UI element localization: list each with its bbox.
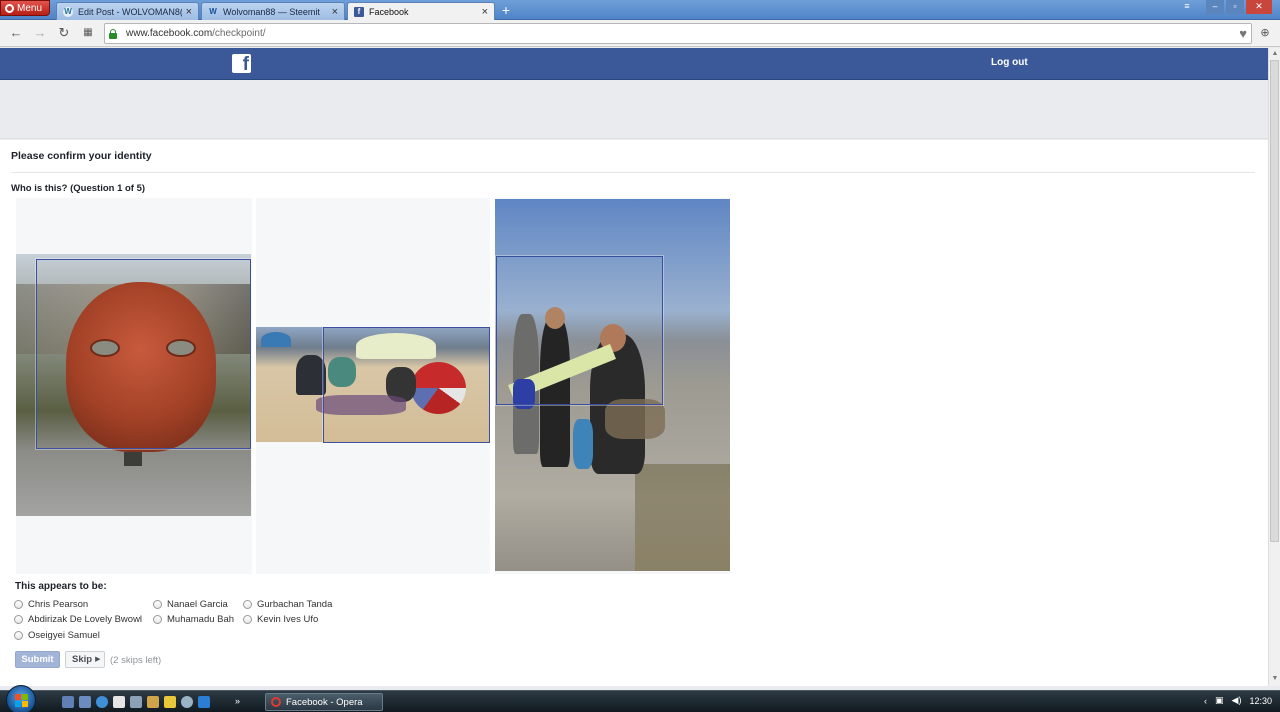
document-icon[interactable]: [113, 696, 125, 708]
tagged-photo-3: [495, 198, 730, 574]
checkpoint-panel: Please confirm your identity Who is this…: [0, 140, 1268, 686]
option-label: Muhamadu Bah: [167, 614, 235, 625]
radio-button[interactable]: [153, 615, 162, 624]
caret-right-icon: ▶: [95, 656, 101, 663]
face-box: [496, 256, 663, 405]
opera-icon: [271, 697, 281, 707]
tab-title: Wolvoman88 — Steemit: [223, 6, 320, 17]
option-label: Oseigyei Samuel: [28, 630, 100, 641]
tagged-photo-1: [16, 198, 252, 574]
option-radio[interactable]: Oseigyei Samuel: [14, 630, 100, 641]
tab-menu-icon[interactable]: ≡: [1178, 0, 1196, 14]
option-radio[interactable]: Muhamadu Bah: [153, 614, 234, 625]
address-toolbar: ← → ↻ ▦ www.facebook.com /checkpoint/ ♥ …: [0, 20, 1280, 47]
windows-taskbar: » Facebook - Opera ‹ ▣ ◀) 12:30: [0, 685, 1280, 712]
divider: [11, 172, 1255, 173]
radio-button[interactable]: [14, 631, 23, 640]
question-text: Who is this? (Question 1 of 5): [11, 183, 146, 194]
v-app-icon[interactable]: [198, 696, 210, 708]
tab-steemit[interactable]: W Wolvoman88 — Steemit ×: [201, 2, 345, 20]
close-tab-icon[interactable]: ×: [186, 6, 192, 18]
appears-label: This appears to be:: [15, 581, 107, 592]
close-window-icon[interactable]: ✕: [1246, 0, 1272, 14]
tab-title: Edit Post - WOLVOMAN8(: [78, 6, 182, 17]
internet-explorer-icon[interactable]: [96, 696, 108, 708]
page-title: Please confirm your identity: [11, 150, 152, 162]
scroll-up-icon[interactable]: ▲: [1271, 50, 1279, 57]
facebook-logo-icon[interactable]: f: [232, 54, 251, 73]
option-label: Nanael Garcia: [167, 599, 228, 610]
option-radio[interactable]: Abdirizak De Lovely Bwowl: [14, 614, 142, 625]
opera-icon: [5, 3, 14, 13]
skip-label: Skip: [72, 654, 93, 665]
media-icon[interactable]: [130, 696, 142, 708]
option-radio[interactable]: Kevin Ives Ufo: [243, 614, 318, 625]
help-icon[interactable]: [181, 696, 193, 708]
radio-button[interactable]: [243, 600, 252, 609]
system-tray: ‹ ▣ ◀) 12:30: [1204, 695, 1272, 706]
facebook-icon: f: [354, 6, 364, 17]
facebook-header: f Log out: [0, 48, 1268, 80]
option-label: Abdirizak De Lovely Bwowl: [28, 614, 143, 625]
player-icon[interactable]: [164, 696, 176, 708]
url-path: /checkpoint/: [212, 28, 266, 39]
face-box: [36, 259, 251, 449]
new-tab-button[interactable]: +: [498, 2, 514, 18]
tab-facebook[interactable]: f Facebook ×: [347, 2, 495, 20]
option-label: Kevin Ives Ufo: [257, 614, 319, 625]
network-icon[interactable]: ▣: [1215, 695, 1224, 706]
radio-button[interactable]: [14, 615, 23, 624]
url-field[interactable]: www.facebook.com /checkpoint/ ♥: [104, 23, 1252, 44]
radio-button[interactable]: [153, 600, 162, 609]
folder-icon[interactable]: [147, 696, 159, 708]
tab-edit-post[interactable]: W Edit Post - WOLVOMAN8( ×: [56, 2, 199, 20]
radio-button[interactable]: [243, 615, 252, 624]
option-radio[interactable]: Chris Pearson: [14, 599, 88, 610]
maximize-icon[interactable]: ▫: [1226, 0, 1244, 14]
reload-icon[interactable]: ↻: [56, 25, 72, 41]
page-scrollbar[interactable]: ▲ ▼: [1268, 48, 1280, 686]
scroll-thumb[interactable]: [1270, 60, 1279, 542]
tray-expand-icon[interactable]: ‹: [1204, 696, 1207, 706]
header-spacer: [0, 80, 1268, 139]
forward-icon[interactable]: →: [32, 25, 48, 41]
wordpress-icon: W: [63, 6, 73, 17]
submit-button[interactable]: Submit: [15, 651, 60, 668]
opera-menu-button[interactable]: Menu: [0, 0, 50, 16]
tagged-photo-2: [256, 198, 490, 574]
option-label: Chris Pearson: [28, 599, 89, 610]
skip-button[interactable]: Skip ▶: [65, 651, 106, 668]
face-box: [323, 327, 490, 443]
radio-button[interactable]: [14, 600, 23, 609]
close-tab-icon[interactable]: ×: [332, 6, 338, 18]
close-tab-icon[interactable]: ×: [482, 6, 488, 18]
clock[interactable]: 12:30: [1249, 696, 1272, 706]
url-domain: www.facebook.com: [126, 28, 213, 39]
option-radio[interactable]: Nanael Garcia: [153, 599, 228, 610]
task-label: Facebook - Opera: [286, 696, 363, 708]
download-icon[interactable]: ⊕: [1257, 25, 1273, 41]
taskbar-task-opera[interactable]: Facebook - Opera: [265, 693, 383, 711]
scroll-down-icon[interactable]: ▼: [1271, 675, 1279, 682]
browser-tab-strip: Menu W Edit Post - WOLVOMAN8( × W Wolvom…: [0, 0, 1280, 20]
speed-dial-icon[interactable]: ▦: [80, 25, 96, 41]
bookmark-heart-icon[interactable]: ♥: [1239, 26, 1247, 41]
volume-icon[interactable]: ◀): [1232, 695, 1242, 706]
menu-label: Menu: [17, 2, 43, 14]
back-icon[interactable]: ←: [8, 25, 24, 41]
skips-left-text: (2 skips left): [110, 655, 162, 666]
option-label: Gurbachan Tanda: [257, 599, 333, 610]
minimize-icon[interactable]: –: [1206, 0, 1224, 14]
start-button-icon[interactable]: [6, 685, 36, 712]
lock-icon: [109, 28, 117, 39]
tab-title: Facebook: [369, 6, 409, 17]
option-radio[interactable]: Gurbachan Tanda: [243, 599, 332, 610]
logout-link[interactable]: Log out: [991, 57, 1028, 68]
show-desktop-icon[interactable]: [62, 696, 74, 708]
switch-windows-icon[interactable]: [79, 696, 91, 708]
overflow-chevron-icon[interactable]: »: [235, 696, 247, 708]
steemit-icon: W: [209, 7, 217, 16]
